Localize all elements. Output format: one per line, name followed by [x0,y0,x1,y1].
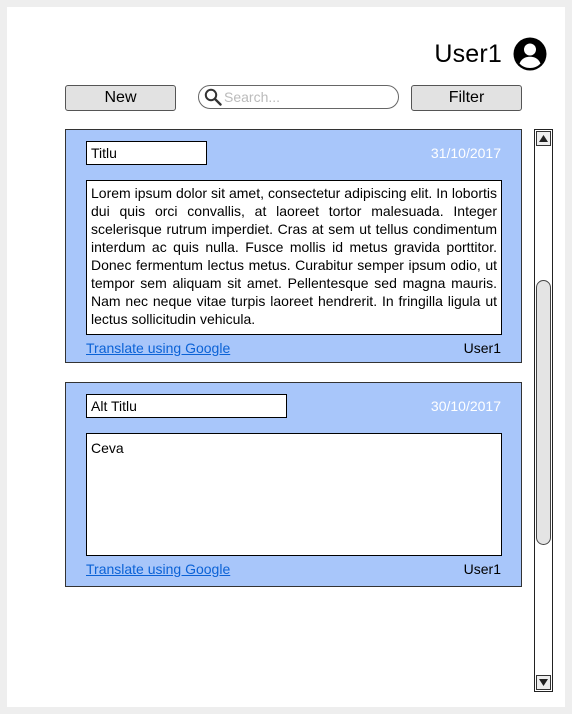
account-circle-icon[interactable] [513,37,547,71]
triangle-up-icon [539,135,548,142]
post-card: Alt Titlu 30/10/2017 Ceva Translate usin… [65,382,522,587]
translate-link[interactable]: Translate using Google [86,340,230,356]
user-header: User1 [434,37,547,71]
post-title-field[interactable]: Titlu [86,141,207,165]
post-body-text[interactable]: Lorem ipsum dolor sit amet, consectetur … [86,180,502,335]
post-author: User1 [463,561,501,577]
user-name: User1 [434,39,502,68]
scroll-down-button[interactable] [536,675,551,690]
filter-button[interactable]: Filter [411,85,522,111]
scroll-thumb[interactable] [536,280,551,545]
new-button[interactable]: New [65,85,176,111]
post-body-text[interactable]: Ceva [86,433,502,556]
search-icon [204,88,222,106]
triangle-down-icon [539,679,548,686]
scroll-up-button[interactable] [536,131,551,146]
post-author: User1 [463,340,501,356]
search-input[interactable] [224,89,394,105]
post-card: Titlu 31/10/2017 Lorem ipsum dolor sit a… [65,129,522,363]
app-frame: User1 New Filter Titlu 31/10/2017 Lorem … [7,7,565,707]
post-date: 30/10/2017 [430,398,501,414]
post-date: 31/10/2017 [430,145,501,161]
post-title-field[interactable]: Alt Titlu [86,394,287,418]
translate-link[interactable]: Translate using Google [86,561,230,577]
vertical-scrollbar[interactable] [534,129,553,692]
search-box[interactable] [198,85,399,109]
